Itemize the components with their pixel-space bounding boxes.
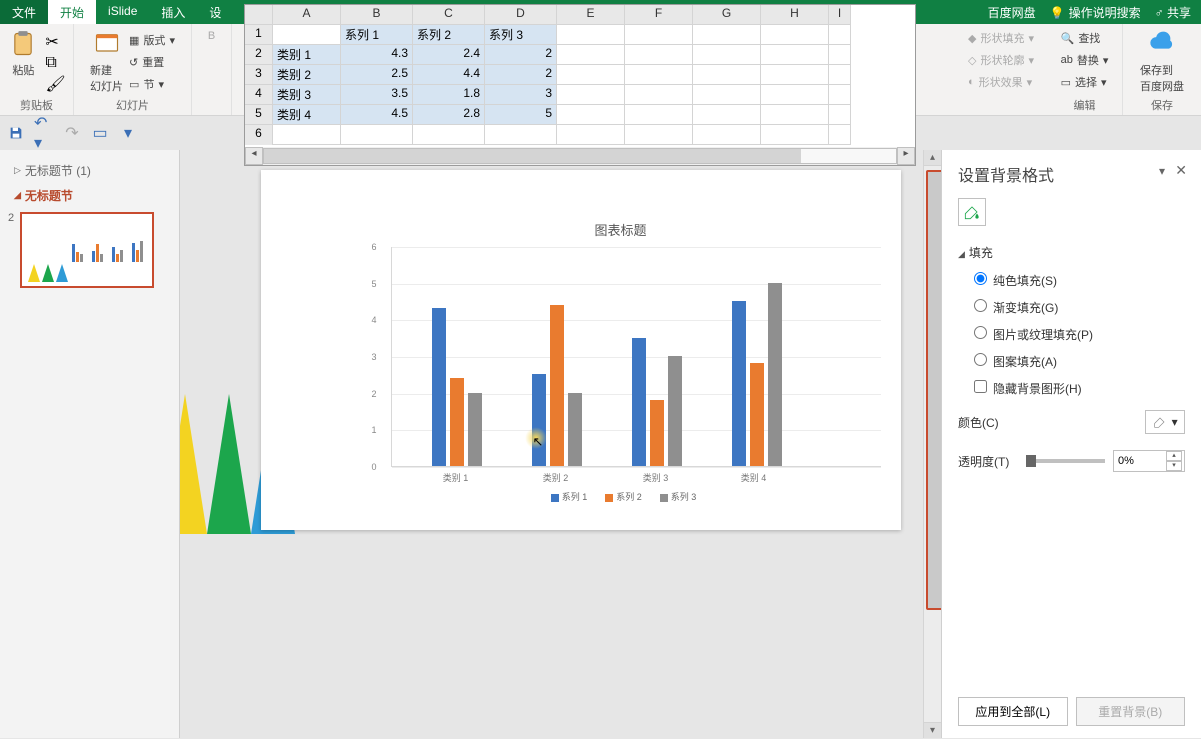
tab-insert[interactable]: 插入 <box>149 0 197 24</box>
tab-file[interactable]: 文件 <box>0 0 48 24</box>
bar-类别 4-系列 2[interactable] <box>750 363 764 466</box>
section-button[interactable]: ▭ 节 ▾ <box>129 74 175 94</box>
bar-类别 2-系列 3[interactable] <box>568 393 582 466</box>
canvas-vertical-scrollbar[interactable]: ▴ ▾ <box>923 150 941 738</box>
opacity-input[interactable] <box>1114 453 1166 469</box>
replace-button[interactable]: ab 替换 ▾ <box>1061 50 1109 70</box>
save-icon[interactable] <box>6 123 26 143</box>
bar-类别 2-系列 2[interactable] <box>550 305 564 466</box>
slide-number: 2 <box>8 212 14 288</box>
select-button[interactable]: ▭ 选择 ▾ <box>1061 72 1109 92</box>
group-clipboard-caption: 剪贴板 <box>20 97 53 113</box>
tell-me[interactable]: 操作说明搜索 <box>1050 4 1141 21</box>
redo-icon[interactable]: ↷ <box>62 123 82 143</box>
slide[interactable]: 图表标题 0123456 类别 1类别 2类别 3类别 4 系列 1系列 2系列… <box>261 170 901 530</box>
scroll-left-button[interactable]: ◂ <box>245 147 263 165</box>
baidu-save-button[interactable]: 保存到 百度网盘 <box>1140 28 1184 94</box>
group-baidu-caption: 保存 <box>1151 97 1173 113</box>
shape-outline-button: ◇ 形状轮廓 ▾ <box>968 50 1034 70</box>
grid-horizontal-scrollbar[interactable]: ◂ ▸ <box>245 147 915 165</box>
fill-tab-icon[interactable] <box>958 198 986 226</box>
slides-outline-pane: ▷无标题节 (1) ◢无标题节 2 <box>0 150 180 738</box>
section-untitled-1[interactable]: ▷无标题节 (1) <box>6 158 173 183</box>
baidu-cloud-icon <box>1146 28 1178 60</box>
undo-icon[interactable]: ↶ ▾ <box>34 123 54 143</box>
checkbox-hide-bg[interactable]: 隐藏背景图形(H) <box>958 375 1185 402</box>
pane-close-icon[interactable]: ✕ <box>1175 162 1187 179</box>
copy-icon[interactable]: ⧉ <box>45 54 65 72</box>
bar-类别 4-系列 1[interactable] <box>732 301 746 466</box>
tab-home[interactable]: 开始 <box>48 0 96 24</box>
opacity-step-down[interactable]: ▾ <box>1166 461 1182 471</box>
tab-baidu[interactable]: 百度网盘 <box>988 4 1036 21</box>
shape-triangle-green[interactable] <box>207 394 251 534</box>
chart-data-grid[interactable]: A B C D E F G H I 1 系列 1 系列 2 系列 3 2 类别 … <box>244 4 916 166</box>
group-editing-caption: 编辑 <box>1074 97 1096 113</box>
tab-design[interactable]: 设 <box>197 0 233 24</box>
qat-customize-icon[interactable]: ▾ <box>118 123 138 143</box>
reset-button[interactable]: ↺ 重置 <box>129 52 175 72</box>
bar-类别 3-系列 1[interactable] <box>632 338 646 466</box>
shape-effects-button: ◐ 形状效果 ▾ <box>968 72 1034 92</box>
opacity-step-up[interactable]: ▴ <box>1166 451 1182 461</box>
bold-button[interactable]: B <box>208 28 215 44</box>
bar-类别 3-系列 2[interactable] <box>650 400 664 466</box>
share-button[interactable]: ♂ 共享 <box>1155 4 1191 21</box>
chart-plot-area[interactable]: 0123456 <box>391 247 881 467</box>
pane-title: 设置背景格式 <box>958 162 1185 186</box>
bar-类别 1-系列 3[interactable] <box>468 393 482 466</box>
bar-类别 3-系列 3[interactable] <box>668 356 682 466</box>
shape-fill-button: ◆ 形状填充 ▾ <box>968 28 1034 48</box>
section-untitled-active[interactable]: ◢无标题节 <box>6 183 173 208</box>
shape-triangle-yellow[interactable] <box>180 394 207 534</box>
start-from-beginning-icon[interactable]: ▭ <box>90 123 110 143</box>
opacity-label: 透明度(T) <box>958 453 1018 470</box>
tab-islide[interactable]: iSlide <box>96 0 149 24</box>
bar-类别 2-系列 1[interactable] <box>532 374 546 466</box>
format-background-pane: ▾ ✕ 设置背景格式 ◢填充 纯色填充(S) 渐变填充(G) 图片或纹理填充(P… <box>941 150 1201 738</box>
find-button[interactable]: 🔍 查找 <box>1061 28 1109 48</box>
bar-类别 4-系列 3[interactable] <box>768 283 782 466</box>
radio-gradient-fill[interactable]: 渐变填充(G) <box>958 294 1185 321</box>
section-fill[interactable]: ◢填充 <box>958 238 1185 267</box>
radio-pattern-fill[interactable]: 图案填充(A) <box>958 348 1185 375</box>
color-picker-button[interactable]: ▾ <box>1145 410 1185 434</box>
slide-thumbnail-2[interactable] <box>20 212 154 288</box>
pane-menu-icon[interactable]: ▾ <box>1159 164 1165 178</box>
cut-icon[interactable]: ✂ <box>45 32 65 52</box>
chart-title[interactable]: 图表标题 <box>361 220 881 239</box>
new-slide-button[interactable]: 新建 幻灯片 <box>90 28 123 94</box>
chart-object[interactable]: 图表标题 0123456 类别 1类别 2类别 3类别 4 系列 1系列 2系列… <box>361 220 881 510</box>
group-slides-caption: 幻灯片 <box>116 97 149 113</box>
scroll-up-button[interactable]: ▴ <box>924 150 941 166</box>
scroll-down-button[interactable]: ▾ <box>924 722 941 738</box>
paste-button[interactable]: 粘贴 <box>7 28 39 78</box>
bar-类别 1-系列 2[interactable] <box>450 378 464 466</box>
bar-类别 1-系列 1[interactable] <box>432 308 446 466</box>
scroll-right-button[interactable]: ▸ <box>897 147 915 165</box>
layout-button[interactable]: ▦ 版式 ▾ <box>129 30 175 50</box>
chart-legend[interactable]: 系列 1系列 2系列 3 <box>361 490 881 503</box>
format-painter-icon[interactable]: 🖌 <box>45 74 65 94</box>
radio-picture-fill[interactable]: 图片或纹理填充(P) <box>958 321 1185 348</box>
opacity-slider[interactable] <box>1026 459 1105 463</box>
apply-to-all-button[interactable]: 应用到全部(L) <box>958 697 1068 726</box>
scroll-thumb[interactable] <box>264 149 801 163</box>
slide-canvas-area[interactable]: 图表标题 0123456 类别 1类别 2类别 3类别 4 系列 1系列 2系列… <box>180 150 921 738</box>
reset-background-button: 重置背景(B) <box>1076 697 1186 726</box>
radio-solid-fill[interactable]: 纯色填充(S) <box>958 267 1185 294</box>
color-label: 颜色(C) <box>958 414 1018 431</box>
